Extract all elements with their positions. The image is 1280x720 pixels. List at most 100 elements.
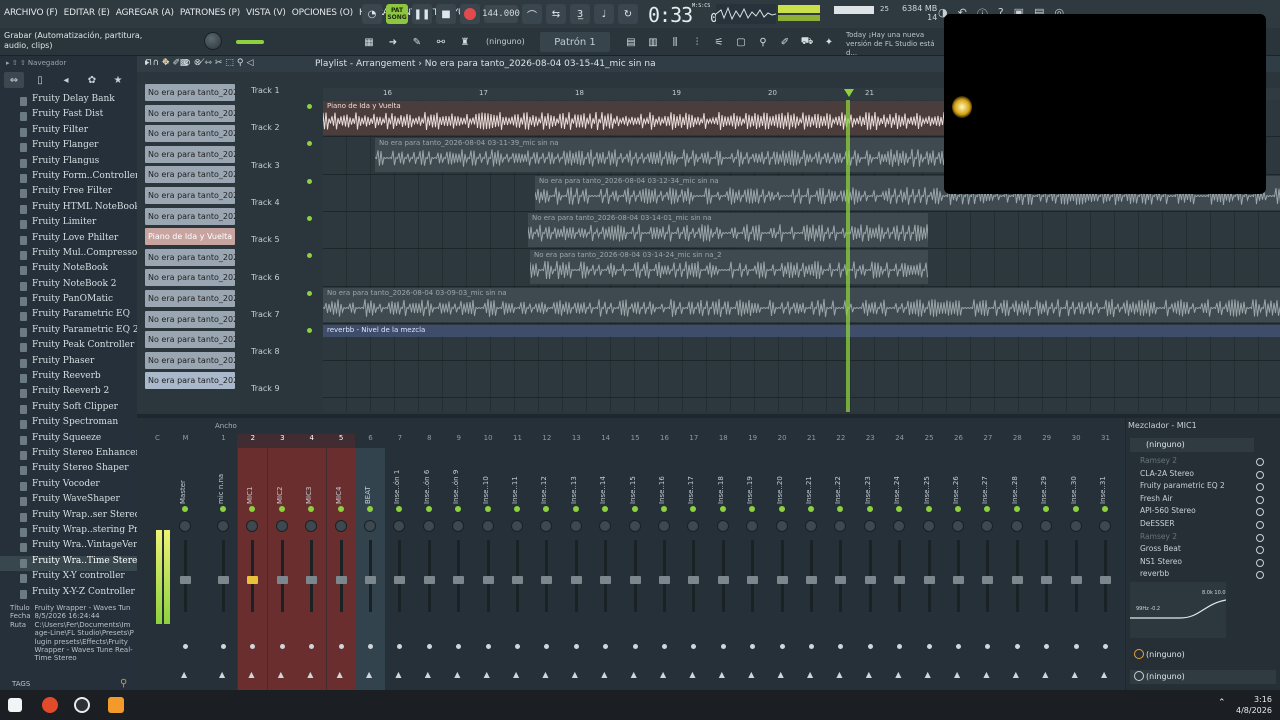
route-arrow-icon[interactable]: ▲ [513,670,519,679]
plugin-list-item[interactable]: Fruity X-Y controller [0,571,137,586]
route-dot[interactable] [1103,644,1108,649]
pan-knob[interactable] [952,520,964,532]
mixer-strip[interactable]: 25 Inse..25 ▲ [915,434,944,690]
route-dot[interactable] [279,644,285,649]
route-dot[interactable] [838,644,844,649]
insert-input-select[interactable]: (ninguno) [1130,438,1254,452]
strip-enable-led[interactable] [337,506,344,512]
browser-icon[interactable]: ⚟ [710,33,728,51]
pan-knob[interactable] [981,520,994,532]
channel-rack-icon[interactable]: ▤ [622,33,640,51]
pattern-item[interactable]: No era para tanto_2026-... [145,310,235,328]
blend-notes-icon[interactable]: ♩ [594,4,614,24]
brush-icon[interactable]: ✐ [776,33,794,51]
strip-enable-led[interactable] [396,506,403,512]
route-arrow-icon[interactable]: ▲ [278,670,284,679]
loop-record-icon[interactable]: ↻ [618,4,638,24]
track-header[interactable]: Track 9 [247,380,321,417]
pattern-item[interactable]: No era para tanto_2026-... [145,104,235,122]
route-arrow-icon[interactable]: ▲ [542,670,548,679]
playback-tool-icon[interactable]: ◁ [247,58,254,68]
pan-knob[interactable] [217,520,229,532]
windows-start-icon[interactable] [8,698,22,712]
strip-enable-led[interactable] [182,506,188,512]
pan-knob[interactable] [305,520,318,532]
mixer-strip[interactable]: 24 Inse..24 ▲ [885,434,914,690]
fader-cap[interactable] [365,576,376,584]
track-enable-led[interactable] [307,215,312,221]
route-arrow-icon[interactable]: ▲ [836,670,842,679]
effect-slot[interactable]: Ramsey 2 [1132,456,1272,469]
plugin-list-item[interactable]: Fruity NoteBook [0,263,137,278]
strip-enable-led[interactable] [837,506,844,512]
effect-slot[interactable]: DeESSER [1132,519,1272,532]
fader-cap[interactable] [512,576,523,584]
strip-enable-led[interactable] [572,506,579,512]
pan-knob[interactable] [1069,520,1082,532]
route-dot[interactable] [485,644,491,649]
tag-search-icon[interactable]: ⚲ [120,678,127,689]
strip-enable-led[interactable] [278,506,285,512]
fader-cap[interactable] [600,576,612,584]
route-arrow-icon[interactable]: ▲ [366,670,372,679]
route-arrow-icon[interactable]: ▲ [748,670,754,679]
pan-knob[interactable] [179,520,191,532]
mixer-strip[interactable]: 3 MIC2 ▲ [267,434,297,690]
pan-knob[interactable] [452,520,465,532]
mixer-strip[interactable]: 16 Inse..16 ▲ [650,434,679,690]
menu-item[interactable]: ARCHIVO (F) [4,8,58,18]
strip-enable-led[interactable] [602,506,609,512]
plugin-list-item[interactable]: Fruity Soft Clipper [0,402,137,417]
audio-clip[interactable]: No era para tanto_2026-08-04 03-14-01_mi… [528,212,928,247]
pattern-item[interactable]: No era para tanto_2026-... [145,269,235,287]
track-header[interactable]: Track 7 [247,306,321,343]
pan-knob[interactable] [863,520,876,532]
strip-enable-led[interactable] [808,506,814,512]
route-arrow-icon[interactable]: ▲ [601,670,607,679]
strip-enable-led[interactable] [661,506,667,512]
track-enable-led[interactable] [307,141,312,147]
route-arrow-icon[interactable]: ▲ [1042,670,1048,679]
strip-enable-led[interactable] [1072,506,1079,512]
mixer-strip[interactable]: 13 Inse..13 ▲ [562,434,591,690]
strip-enable-led[interactable] [690,506,697,512]
fader-cap[interactable] [453,576,465,584]
pan-knob[interactable] [834,520,847,532]
slip-tool-icon[interactable]: ⇿ [204,58,212,68]
strip-enable-led[interactable] [514,506,520,512]
pattern-brush-icon[interactable]: ⟋ [198,58,204,68]
track-enable-led[interactable] [307,327,312,333]
route-arrow-icon[interactable]: ▲ [895,670,901,679]
pattern-grid-icon[interactable]: ▩ [180,58,189,68]
route-dot[interactable] [456,644,462,649]
route-dot[interactable] [750,644,756,649]
pattern-item[interactable]: No era para tanto_2026-... [145,166,235,184]
slot-toggle-icon[interactable] [1256,483,1264,492]
fader-cap[interactable] [541,576,553,584]
plugin-list-item[interactable]: Fruity WaveShaper [0,494,137,509]
strip-enable-led[interactable] [543,506,550,512]
route-arrow-icon[interactable]: ▲ [660,670,666,679]
link-icon[interactable]: ⚯ [432,33,450,51]
plugin-list-item[interactable]: Fruity Free Filter [0,186,137,201]
route-dot[interactable] [309,644,315,649]
browser-file-tab-icon[interactable]: ▯ [30,72,50,88]
mixer-strip[interactable]: 9 Inse..ón 9 ▲ [444,434,473,690]
playlist-window-icon[interactable]: ▦ [360,33,378,51]
mixer-strip[interactable]: 2 MIC1 ▲ [238,434,268,690]
effect-slot[interactable]: CLA-2A Stereo [1132,469,1272,482]
track-header[interactable]: Track 3 [247,157,321,194]
tray-expand-icon[interactable]: ⌃ [1218,698,1226,708]
effect-slot[interactable]: Fruity parametric EQ 2 [1132,481,1272,494]
route-dot[interactable] [397,644,403,649]
route-arrow-icon[interactable]: ▲ [925,670,931,679]
plugin-list-item[interactable]: Fruity HTML NoteBook [0,202,137,217]
route-arrow-icon[interactable]: ▲ [337,670,343,679]
pan-knob[interactable] [511,520,523,532]
route-arrow-icon[interactable]: ▲ [983,670,989,679]
fader-cap[interactable] [335,576,347,584]
route-dot[interactable] [1014,644,1020,649]
strip-enable-led[interactable] [1102,506,1108,512]
route-arrow-icon[interactable]: ▲ [1101,670,1107,679]
strip-enable-led[interactable] [778,506,785,512]
